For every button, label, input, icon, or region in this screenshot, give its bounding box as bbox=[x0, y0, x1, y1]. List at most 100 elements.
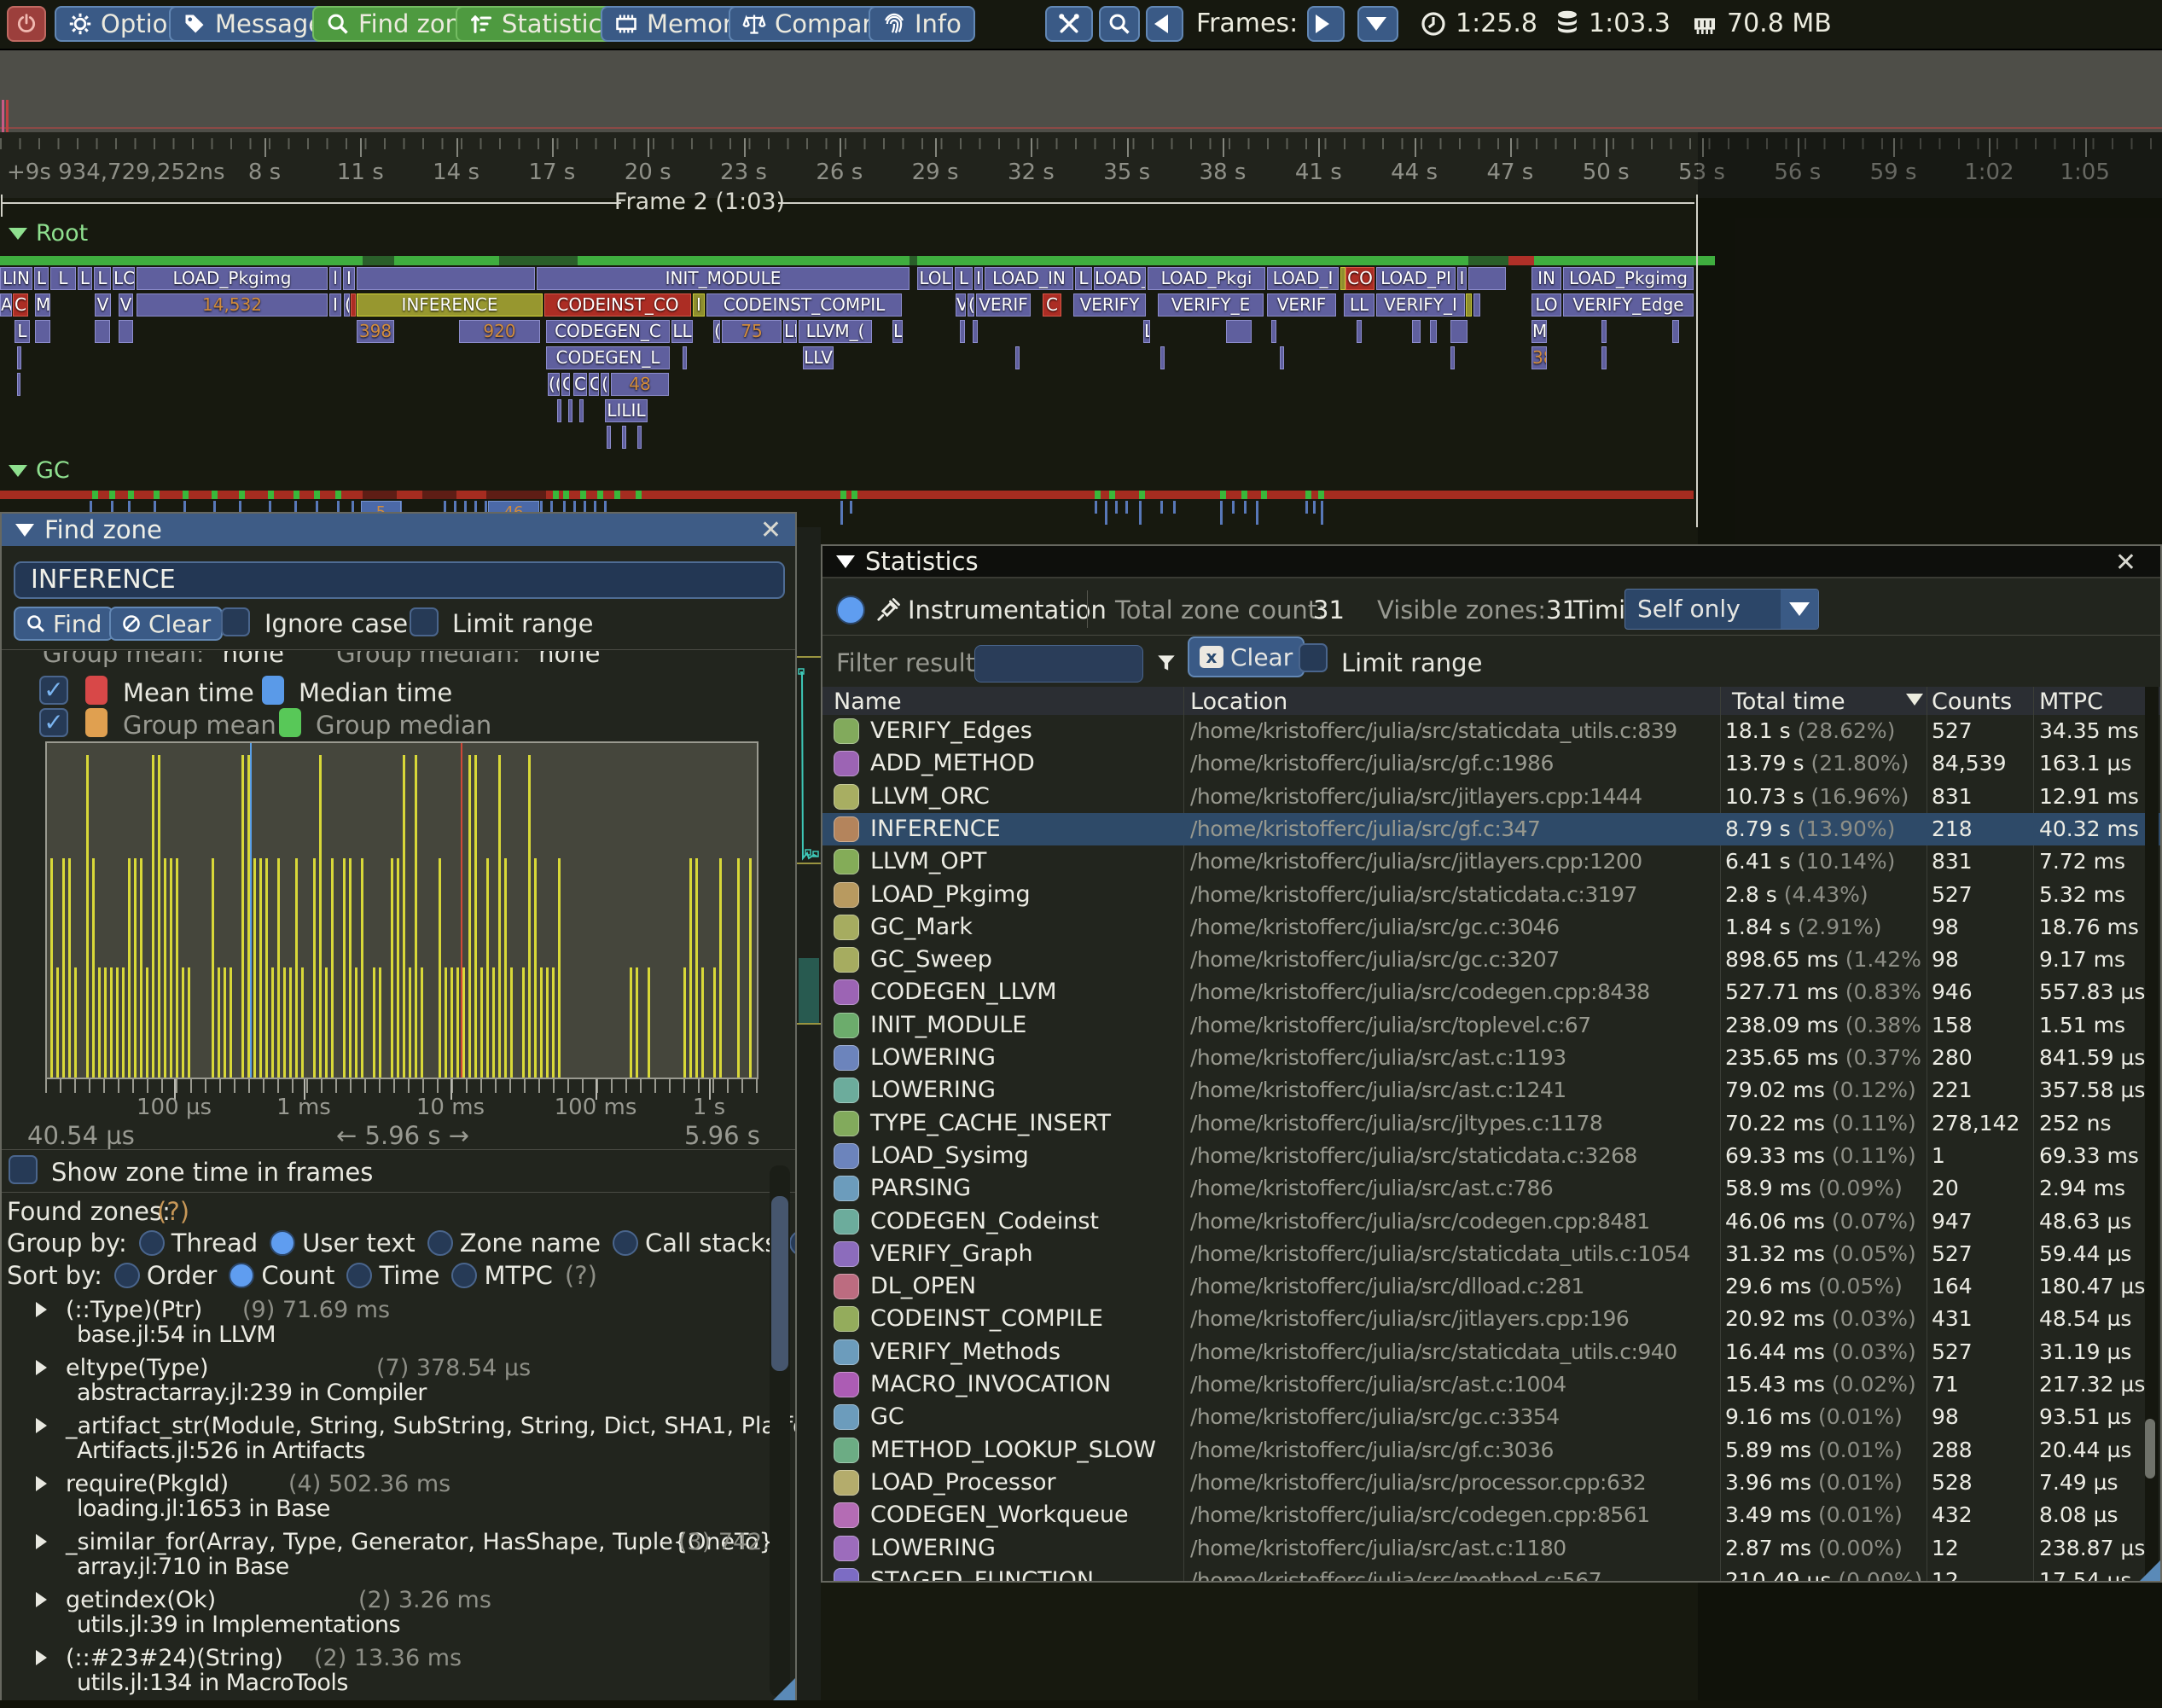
stats-row[interactable]: STAGED_FUNCTION/home/kristofferc/julia/s… bbox=[822, 1565, 2160, 1581]
group-by-option-zone-name[interactable]: Zone name bbox=[427, 1229, 601, 1258]
timeline-zone[interactable] bbox=[1468, 267, 1506, 290]
timeline-zone[interactable]: A bbox=[0, 293, 12, 317]
frame-bar-segment[interactable] bbox=[1534, 256, 1715, 265]
timeline-zone[interactable]: LOAD_Pkgimg bbox=[137, 267, 328, 290]
stats-row[interactable]: PARSING/home/kristofferc/julia/src/ast.c… bbox=[822, 1172, 2160, 1205]
gc-zone-tick[interactable] bbox=[850, 501, 852, 514]
gc-zone-tick[interactable] bbox=[1115, 501, 1118, 514]
timeline-zone[interactable]: ( bbox=[344, 293, 350, 317]
stats-row[interactable]: CODEGEN_Codeinst/home/kristofferc/julia/… bbox=[822, 1205, 2160, 1238]
timeline-zone[interactable] bbox=[1412, 320, 1421, 343]
timeline-zone[interactable]: VERIF bbox=[1267, 293, 1336, 317]
timeline-zone[interactable]: LOAD_ bbox=[1094, 267, 1146, 290]
stats-row[interactable]: CODEINST_COMPILE/home/kristofferc/julia/… bbox=[822, 1303, 2160, 1335]
timeline-zone[interactable] bbox=[119, 320, 133, 343]
timeline-zone[interactable]: LL bbox=[671, 320, 693, 343]
filter-input[interactable] bbox=[974, 645, 1143, 683]
ignore-case-checkbox[interactable] bbox=[221, 607, 250, 636]
stats-row[interactable]: GC_Mark/home/kristofferc/julia/src/gc.c:… bbox=[822, 911, 2160, 944]
timeline-zone[interactable]: (( bbox=[548, 373, 560, 396]
stats-row[interactable]: GC/home/kristofferc/julia/src/gc.c:33549… bbox=[822, 1401, 2160, 1433]
timeline-zone[interactable] bbox=[1430, 320, 1437, 343]
timeline-zone[interactable]: M bbox=[35, 293, 50, 317]
timeline-zone[interactable]: 75 bbox=[722, 320, 782, 343]
expand-arrow-icon[interactable] bbox=[36, 1476, 47, 1491]
stats-row[interactable]: CODEGEN_LLVM/home/kristofferc/julia/src/… bbox=[822, 976, 2160, 1008]
timeline-zone[interactable] bbox=[622, 426, 626, 449]
search-icon-button[interactable] bbox=[1099, 6, 1140, 42]
timeline-zone[interactable]: 38 bbox=[1531, 346, 1547, 369]
timeline-zone[interactable]: V bbox=[956, 293, 966, 317]
gc-zone-tick[interactable] bbox=[1305, 501, 1308, 514]
stats-row[interactable]: DL_OPEN/home/kristofferc/julia/src/dlloa… bbox=[822, 1270, 2160, 1303]
timeline-zone[interactable]: LO bbox=[1531, 293, 1561, 317]
timeline-zone[interactable]: L bbox=[955, 267, 973, 290]
timeline-zone[interactable]: V bbox=[119, 293, 133, 317]
show-zone-time-checkbox[interactable] bbox=[9, 1155, 38, 1184]
timeline-zone[interactable] bbox=[17, 373, 20, 396]
timeline-zone[interactable]: VERIFY_Edge bbox=[1563, 293, 1694, 317]
expand-arrow-icon[interactable] bbox=[36, 1592, 47, 1607]
timeline-zone[interactable] bbox=[637, 426, 642, 449]
statistics-titlebar[interactable]: Statistics ✕ bbox=[822, 546, 2160, 578]
expand-arrow-icon[interactable] bbox=[36, 1534, 47, 1549]
help-icon[interactable]: (?) bbox=[157, 1197, 189, 1226]
timeline-zone[interactable]: I bbox=[343, 267, 355, 290]
sort-by-option-mtpc[interactable]: MTPC bbox=[451, 1261, 552, 1290]
timeline-zone[interactable]: L bbox=[1143, 320, 1150, 343]
gc-section-header[interactable]: GC bbox=[9, 457, 70, 484]
timeline-zone[interactable] bbox=[607, 426, 611, 449]
stats-scrollbar[interactable] bbox=[2145, 687, 2159, 1579]
stats-row[interactable]: VERIFY_Edges/home/kristofferc/julia/src/… bbox=[822, 715, 2160, 747]
timeline-zone[interactable] bbox=[95, 320, 110, 343]
frame-bar-segment[interactable] bbox=[910, 256, 917, 265]
zone-time-histogram[interactable] bbox=[45, 741, 758, 1079]
timeline-zone[interactable] bbox=[357, 267, 535, 290]
timeline-zone[interactable]: 48 bbox=[611, 373, 669, 396]
found-zone-item[interactable]: (::Type)(Ptr) bbox=[36, 1297, 202, 1323]
timeline-zone[interactable]: LIN bbox=[0, 267, 32, 290]
timeline-zone[interactable]: CODEINST_COMPIL bbox=[706, 293, 902, 317]
col-name[interactable]: Name bbox=[834, 688, 902, 715]
timeline-zone[interactable] bbox=[1357, 320, 1362, 343]
timeline-zone[interactable] bbox=[557, 399, 561, 422]
group-by-option-thread[interactable]: Thread bbox=[139, 1229, 258, 1258]
gc-zone-tick[interactable] bbox=[1105, 501, 1107, 525]
timeline-zone[interactable]: L bbox=[1075, 267, 1092, 290]
stats-limit-range-checkbox[interactable] bbox=[1299, 643, 1328, 672]
timeline-zone[interactable] bbox=[1450, 320, 1467, 343]
timeline-zone[interactable]: V bbox=[95, 293, 111, 317]
timeline-zone[interactable]: IN bbox=[1531, 267, 1561, 290]
expand-arrow-icon[interactable] bbox=[36, 1650, 47, 1665]
gc-zone-tick[interactable] bbox=[1232, 501, 1235, 514]
stats-row[interactable]: GC_Sweep/home/kristofferc/julia/src/gc.c… bbox=[822, 944, 2160, 976]
timeline-zone[interactable] bbox=[1672, 320, 1679, 343]
timeline-zone[interactable]: VERIFY_I bbox=[1376, 293, 1465, 317]
stats-row[interactable]: MACRO_INVOCATION/home/kristofferc/julia/… bbox=[822, 1368, 2160, 1401]
frame-bar-segment[interactable] bbox=[1468, 256, 1508, 265]
timeline-zone[interactable] bbox=[683, 346, 687, 369]
sort-by-option-count[interactable]: Count bbox=[229, 1261, 334, 1290]
found-zone-item[interactable]: eltype(Type) bbox=[36, 1355, 209, 1381]
col-counts[interactable]: Counts bbox=[1932, 688, 2012, 715]
group-by-option-call-stacks[interactable]: Call stacks bbox=[613, 1229, 777, 1258]
timeline-zone[interactable]: l bbox=[329, 267, 341, 290]
sort-by-option-order[interactable]: Order bbox=[114, 1261, 217, 1290]
frame-bar-segment[interactable] bbox=[917, 256, 1468, 265]
frame-bar-segment[interactable] bbox=[1508, 256, 1534, 265]
timeline-zone[interactable]: LL bbox=[783, 320, 797, 343]
timeline-zone[interactable]: LOAD_IN bbox=[985, 267, 1073, 290]
timeline-zone[interactable] bbox=[17, 346, 21, 369]
timeline-zone[interactable]: L bbox=[15, 320, 30, 343]
stats-table-header[interactable]: Name Location Total time Counts MTPC bbox=[822, 687, 2160, 715]
gc-zone-tick[interactable] bbox=[1256, 501, 1258, 525]
timeline-zone[interactable] bbox=[1601, 320, 1607, 343]
timeline-zone[interactable] bbox=[1473, 293, 1480, 317]
stats-row[interactable]: METHOD_LOOKUP_SLOW/home/kristofferc/juli… bbox=[822, 1434, 2160, 1467]
timeline-zone[interactable]: LC bbox=[113, 267, 135, 290]
sort-by-option-time[interactable]: Time bbox=[346, 1261, 439, 1290]
timeline-zone[interactable]: I bbox=[329, 293, 341, 317]
info-button[interactable]: Info bbox=[869, 6, 975, 42]
stats-row[interactable]: LOWERING/home/kristofferc/julia/src/ast.… bbox=[822, 1042, 2160, 1074]
tools-icon-button[interactable] bbox=[1045, 6, 1093, 42]
